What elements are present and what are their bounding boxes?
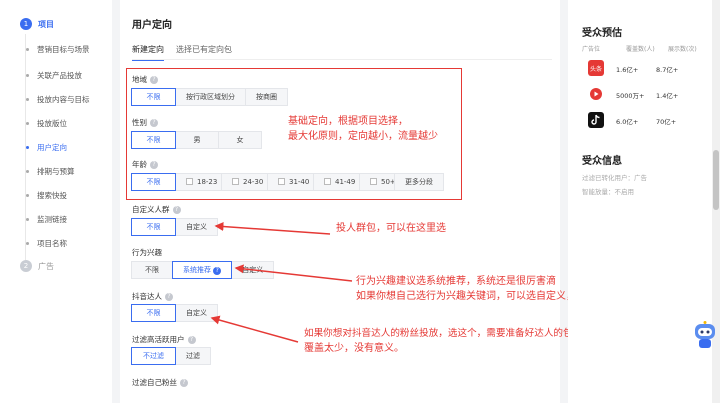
forecast-title: 受众预估 [582,28,622,39]
forecast-row: 头条 1.6亿+ 8.7亿+ [582,58,706,78]
header-coverage: 覆盖数(人) [626,46,655,53]
creators-option-unlimited[interactable]: 不限 [131,304,176,322]
behavior-option-recommended[interactable]: 系统推荐 ? [172,261,233,279]
header-placement: 广告位 [582,46,601,53]
assistant-robot-icon[interactable] [692,320,718,350]
help-icon[interactable]: ? [213,267,222,275]
arrow-behavior-interest [234,264,353,282]
behavior-option-text: 系统推荐 [183,266,211,274]
age-option-unlimited[interactable]: 不限 [131,173,176,191]
arrow-custom-audience [214,222,331,235]
toutiao-icon: 头条 [588,60,604,76]
douyin-icon [588,112,604,128]
arrow-douyin-creators [210,315,299,343]
filter-option-none[interactable]: 不过滤 [131,347,176,365]
impressions-value: 1.4亿+ [656,92,679,100]
info-line: 过滤已转化用户：广告 [582,174,647,182]
info-line: 智能放量：不启用 [582,188,634,196]
coverage-value: 6.0亿+ [616,118,639,126]
forecast-row: 5000万+ 1.4亿+ [582,84,706,104]
coverage-value: 5000万+ [616,92,645,100]
impressions-value: 70亿+ [656,118,677,126]
audience-forecast-panel: 受众预估 广告位 覆盖数(人) 展示数(次) 头条 1.6亿+ 8.7亿+ 50… [568,0,712,403]
gender-option-unlimited[interactable]: 不限 [131,131,176,149]
audience-info-title: 受众信息 [582,156,622,167]
forecast-row: 6.0亿+ 70亿+ [582,110,706,130]
scrollbar-thumb[interactable] [713,150,719,210]
xigua-icon [588,86,604,102]
impressions-value: 8.7亿+ [656,66,679,74]
region-option-unlimited[interactable]: 不限 [131,88,176,106]
header-impressions: 展示数(次) [668,46,697,53]
coverage-value: 1.6亿+ [616,66,639,74]
custom-audience-option-unlimited[interactable]: 不限 [131,218,176,236]
